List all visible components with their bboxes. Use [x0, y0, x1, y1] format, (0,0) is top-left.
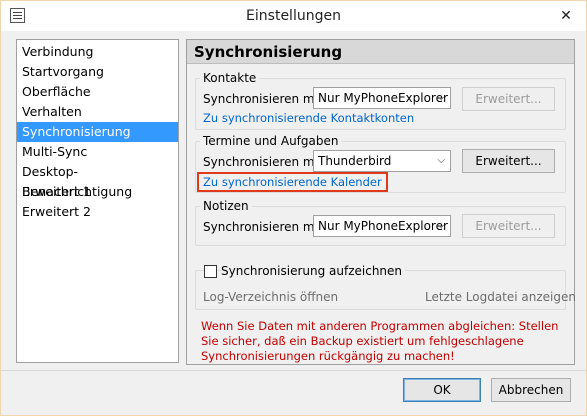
calendar-group-label: Termine und Aufgaben [200, 134, 342, 148]
dialog-footer: OK Abbrechen [1, 370, 586, 415]
contacts-accounts-link[interactable]: Zu synchronisierende Kontaktkonten [203, 111, 414, 125]
notes-sync-select-value: Nur MyPhoneExplorer [318, 219, 448, 233]
nav-item-oberflaeche[interactable]: Oberfläche [17, 82, 178, 102]
calendar-sync-select-value: Thunderbird [318, 154, 392, 168]
log-sync-checkbox[interactable] [204, 265, 217, 278]
nav-item-erweitert-2[interactable]: Erweitert 2 [17, 202, 178, 222]
notes-advanced-button[interactable]: Erweitert... [462, 214, 555, 238]
contacts-sync-select[interactable]: Nur MyPhoneExplorer ⌵ [313, 87, 451, 109]
calendar-sync-select[interactable]: Thunderbird ⌵ [313, 150, 451, 172]
settings-nav-list: Verbindung Startvorgang Oberfläche Verha… [16, 39, 179, 363]
chevron-down-icon: ⌵ [437, 155, 445, 166]
nav-item-verbindung[interactable]: Verbindung [17, 42, 178, 62]
nav-item-verhalten[interactable]: Verhalten [17, 102, 178, 122]
panel-title: Synchronisierung [187, 40, 574, 64]
title-bar[interactable]: Einstellungen ✕ [1, 1, 586, 31]
nav-item-startvorgang[interactable]: Startvorgang [17, 62, 178, 82]
nav-item-synchronisierung[interactable]: Synchronisierung [17, 122, 178, 142]
notes-sync-label: Synchronisieren mit [203, 220, 323, 234]
backup-warning-text: Wenn Sie Daten mit anderen Programmen ab… [201, 319, 559, 363]
log-sync-checkbox-label[interactable]: Synchronisierung aufzeichnen [221, 264, 406, 278]
calendar-sync-label: Synchronisieren mit [203, 155, 323, 169]
contacts-group-label: Kontakte [200, 71, 260, 85]
contacts-advanced-button[interactable]: Erweitert... [462, 87, 555, 111]
calendar-advanced-button[interactable]: Erweitert... [462, 149, 555, 173]
notes-sync-select[interactable]: Nur MyPhoneExplorer ⌵ [313, 215, 451, 237]
chevron-down-icon: ⌵ [437, 220, 445, 231]
nav-item-desktop-benachrichtigung[interactable]: Desktop-Benachrichtigung [17, 162, 178, 199]
contacts-sync-select-value: Nur MyPhoneExplorer [318, 91, 448, 105]
contacts-sync-label: Synchronisieren mit [203, 92, 323, 106]
window-title: Einstellungen [246, 8, 341, 24]
calendar-selection-link[interactable]: Zu synchronisierende Kalender [197, 172, 388, 192]
cancel-button[interactable]: Abbrechen [491, 378, 571, 402]
settings-window: Einstellungen ✕ Verbindung Startvorgang … [0, 0, 587, 416]
nav-item-multi-sync[interactable]: Multi-Sync [17, 142, 178, 162]
notes-group-label: Notizen [200, 199, 252, 213]
open-log-directory-link[interactable]: Log-Verzeichnis öffnen [203, 290, 338, 304]
chevron-down-icon: ⌵ [437, 92, 445, 103]
ok-button[interactable]: OK [403, 378, 481, 402]
show-last-log-link[interactable]: Letzte Logdatei anzeigen [425, 290, 576, 304]
close-icon[interactable]: ✕ [556, 7, 576, 25]
